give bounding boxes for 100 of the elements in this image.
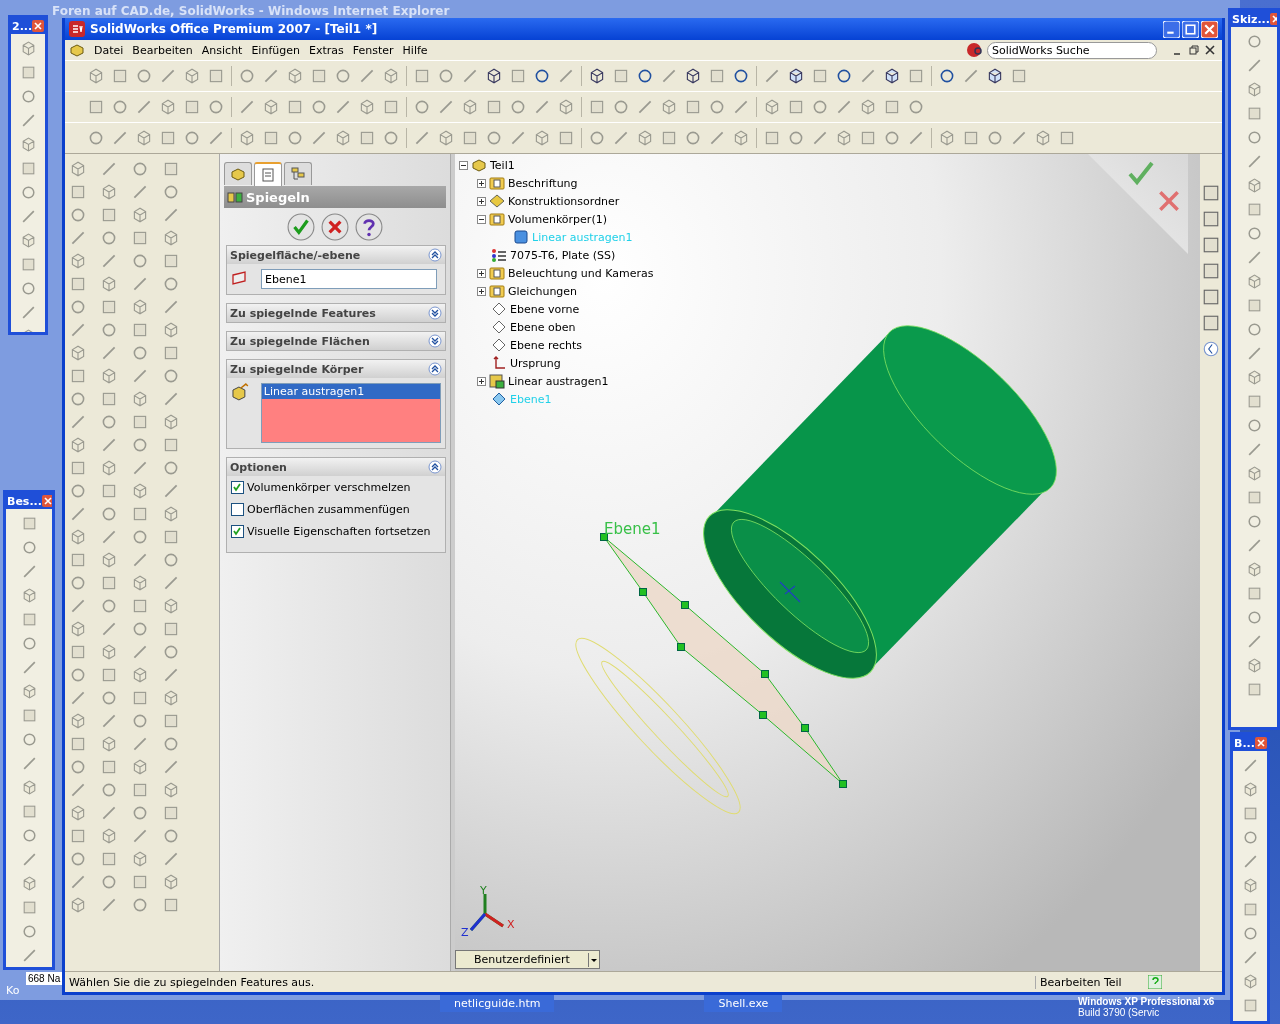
square-icon[interactable]: [1202, 262, 1220, 280]
section-header[interactable]: Zu spiegelnde Flächen: [227, 332, 445, 350]
line-icon[interactable]: [131, 551, 149, 569]
square-icon[interactable]: [262, 129, 280, 147]
line-icon[interactable]: [207, 129, 225, 147]
square-icon[interactable]: [162, 620, 180, 638]
square-icon[interactable]: [162, 804, 180, 822]
square-icon[interactable]: [183, 98, 201, 116]
line-icon[interactable]: [162, 666, 180, 684]
cube-icon[interactable]: [787, 67, 805, 85]
taskbar-button[interactable]: Shell.exe: [704, 995, 783, 1012]
checkbox[interactable]: [231, 525, 244, 538]
square-icon[interactable]: [557, 129, 575, 147]
tree-item[interactable]: Ebene rechts: [510, 338, 583, 352]
square-icon[interactable]: [69, 551, 87, 569]
close-icon[interactable]: [32, 20, 45, 32]
view-dropdown[interactable]: Benutzerdefiniert: [455, 950, 600, 969]
expand-icon[interactable]: [477, 178, 486, 188]
square-icon[interactable]: [100, 850, 118, 868]
square-icon[interactable]: [159, 129, 177, 147]
square-icon[interactable]: [588, 98, 606, 116]
square-icon[interactable]: [162, 896, 180, 914]
list-item[interactable]: Linear austragen1: [261, 384, 440, 399]
line-icon[interactable]: [238, 98, 256, 116]
minimize-icon[interactable]: [1163, 20, 1180, 38]
cube-icon[interactable]: [485, 67, 503, 85]
square-icon[interactable]: [100, 482, 118, 500]
line-icon[interactable]: [509, 129, 527, 147]
cancel-button[interactable]: [321, 213, 349, 241]
square-icon[interactable]: [1202, 288, 1220, 306]
line-icon[interactable]: [262, 67, 280, 85]
close-icon[interactable]: [1254, 737, 1267, 749]
square-icon[interactable]: [131, 229, 149, 247]
help-icon[interactable]: [1148, 975, 1162, 989]
restore-icon[interactable]: [1188, 44, 1200, 56]
circle-icon[interactable]: [835, 67, 853, 85]
square-icon[interactable]: [883, 98, 901, 116]
section-header[interactable]: Optionen: [227, 458, 445, 476]
square-icon[interactable]: [811, 67, 829, 85]
line-icon[interactable]: [162, 298, 180, 316]
square-icon[interactable]: [131, 321, 149, 339]
section-header[interactable]: Zu spiegelnde Features: [227, 304, 445, 322]
line-icon[interactable]: [1010, 129, 1028, 147]
panel-tab[interactable]: [284, 162, 312, 185]
line-icon[interactable]: [907, 129, 925, 147]
line-icon[interactable]: [162, 850, 180, 868]
line-icon[interactable]: [100, 712, 118, 730]
circle-icon[interactable]: [636, 67, 654, 85]
line-icon[interactable]: [708, 129, 726, 147]
expand-icon[interactable]: [477, 376, 486, 386]
collapse-icon[interactable]: [428, 460, 442, 474]
line-icon[interactable]: [69, 413, 87, 431]
line-icon[interactable]: [135, 98, 153, 116]
line-icon[interactable]: [69, 781, 87, 799]
expand-icon[interactable]: [477, 268, 486, 278]
cube-icon[interactable]: [883, 67, 901, 85]
circle-icon[interactable]: [533, 67, 551, 85]
line-icon[interactable]: [461, 67, 479, 85]
expand-icon[interactable]: [428, 306, 442, 320]
line-icon[interactable]: [131, 459, 149, 477]
square-icon[interactable]: [69, 643, 87, 661]
square-icon[interactable]: [708, 67, 726, 85]
square-icon[interactable]: [162, 528, 180, 546]
line-icon[interactable]: [732, 98, 750, 116]
checkbox[interactable]: [231, 503, 244, 516]
line-icon[interactable]: [100, 436, 118, 454]
panel-tab[interactable]: [254, 162, 282, 186]
square-icon[interactable]: [1010, 67, 1028, 85]
line-icon[interactable]: [358, 67, 376, 85]
square-icon[interactable]: [69, 735, 87, 753]
line-icon[interactable]: [100, 896, 118, 914]
line-icon[interactable]: [69, 321, 87, 339]
square-icon[interactable]: [413, 67, 431, 85]
menu-item[interactable]: Bearbeiten: [132, 43, 193, 57]
line-icon[interactable]: [533, 98, 551, 116]
cube-icon[interactable]: [684, 67, 702, 85]
expand-icon[interactable]: [477, 286, 486, 296]
square-icon[interactable]: [763, 129, 781, 147]
square-icon[interactable]: [509, 67, 527, 85]
line-icon[interactable]: [100, 620, 118, 638]
tree-item[interactable]: Beschriftung: [508, 176, 578, 190]
square-icon[interactable]: [162, 712, 180, 730]
square-icon[interactable]: [1202, 184, 1220, 202]
square-icon[interactable]: [612, 67, 630, 85]
square-icon[interactable]: [207, 67, 225, 85]
line-icon[interactable]: [131, 275, 149, 293]
collapse-icon[interactable]: [477, 214, 486, 224]
section-header[interactable]: Spiegelfläche/-ebene: [227, 246, 445, 264]
circle-icon[interactable]: [938, 67, 956, 85]
tree-item[interactable]: Teil1: [490, 158, 515, 172]
line-icon[interactable]: [660, 67, 678, 85]
line-icon[interactable]: [69, 873, 87, 891]
line-icon[interactable]: [413, 129, 431, 147]
square-icon[interactable]: [162, 344, 180, 362]
line-icon[interactable]: [131, 367, 149, 385]
square-icon[interactable]: [162, 252, 180, 270]
square-icon[interactable]: [1202, 236, 1220, 254]
ok-button[interactable]: [287, 213, 315, 241]
collapse-icon[interactable]: [428, 248, 442, 262]
menu-item[interactable]: Extras: [308, 43, 344, 57]
